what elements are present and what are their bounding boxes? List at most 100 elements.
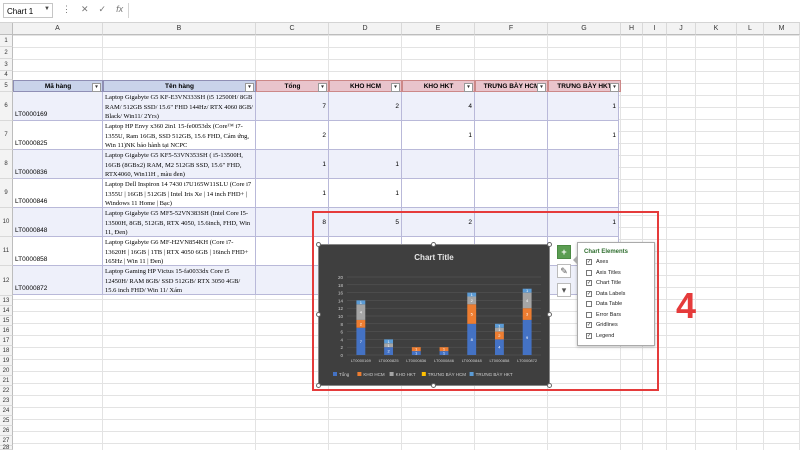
row-header-3[interactable]: 3: [0, 59, 13, 71]
cell-tbhkt[interactable]: [548, 150, 619, 178]
cell-tbhcm[interactable]: [475, 121, 548, 149]
cell-product-name[interactable]: Laptop Gigabyte G5 KF5-53VN353SH ( i5-13…: [103, 150, 256, 178]
row-header-17[interactable]: 17: [0, 336, 13, 346]
row-header-10[interactable]: 10: [0, 208, 13, 237]
row-header-8[interactable]: 8: [0, 150, 13, 179]
cell-hkt[interactable]: [402, 179, 475, 207]
chart-element-option[interactable]: ✓ Legend: [586, 332, 614, 339]
row-header-19[interactable]: 19: [0, 356, 13, 366]
formula-input[interactable]: [128, 3, 797, 18]
chart-element-option[interactable]: Error Bars: [586, 311, 621, 318]
chart-element-option[interactable]: Axis Titles: [586, 269, 621, 276]
more-icon[interactable]: ⋮: [62, 4, 71, 15]
cell-total[interactable]: 1: [256, 179, 329, 207]
filter-dropdown-icon[interactable]: ▾: [610, 83, 619, 92]
row-header-5[interactable]: 5: [0, 80, 13, 92]
chart-resize-handle[interactable]: [316, 312, 321, 317]
column-header-f[interactable]: F: [475, 23, 548, 35]
column-header-c[interactable]: C: [256, 23, 329, 35]
cell-hcm[interactable]: 1: [329, 150, 402, 178]
checkbox-unchecked-icon[interactable]: [586, 269, 592, 276]
column-header-k[interactable]: K: [696, 23, 737, 35]
cell-tbhcm[interactable]: [475, 150, 548, 178]
row-header-4[interactable]: 4: [0, 71, 13, 80]
column-header-l[interactable]: L: [737, 23, 764, 35]
cell-product-name[interactable]: Laptop Gigabyte G6 MF-H2VN854KH (Core i7…: [103, 237, 256, 265]
checkbox-checked-icon[interactable]: ✓: [586, 322, 592, 328]
filter-dropdown-icon[interactable]: ▾: [391, 83, 400, 92]
cell-total[interactable]: 2: [256, 121, 329, 149]
checkbox-checked-icon[interactable]: ✓: [586, 280, 592, 286]
cell-product-code[interactable]: LT0000848: [13, 208, 103, 236]
column-header-m[interactable]: M: [764, 23, 800, 35]
chart-resize-handle[interactable]: [547, 242, 552, 247]
filter-dropdown-icon[interactable]: ▾: [318, 83, 327, 92]
row-header-1[interactable]: 1: [0, 35, 13, 47]
row-header-16[interactable]: 16: [0, 326, 13, 336]
row-header-20[interactable]: 20: [0, 366, 13, 376]
row-header-15[interactable]: 15: [0, 316, 13, 326]
row-header-11[interactable]: 11: [0, 237, 13, 266]
cell-product-code[interactable]: LT0000169: [13, 92, 103, 120]
checkbox-unchecked-icon[interactable]: [586, 311, 592, 318]
chart-resize-handle[interactable]: [431, 242, 436, 247]
cell-hkt[interactable]: 4: [402, 92, 475, 120]
cell-tbhcm[interactable]: [475, 179, 548, 207]
column-header-a[interactable]: A: [13, 23, 103, 35]
row-header-21[interactable]: 21: [0, 376, 13, 386]
filter-dropdown-icon[interactable]: ▾: [245, 83, 254, 92]
checkbox-checked-icon[interactable]: ✓: [586, 290, 592, 297]
row-header-24[interactable]: 24: [0, 406, 13, 416]
row-header-14[interactable]: 14: [0, 306, 13, 316]
row-header-9[interactable]: 9: [0, 179, 13, 208]
chart-elements-button[interactable]: +: [557, 245, 571, 259]
chart-element-option[interactable]: ✓ Chart Title: [586, 280, 621, 286]
chart-element-option[interactable]: ✓ Data Labels: [586, 290, 625, 297]
column-header-d[interactable]: D: [329, 23, 402, 35]
row-header-18[interactable]: 18: [0, 346, 13, 356]
row-header-25[interactable]: 25: [0, 416, 13, 426]
chart-element-option[interactable]: ✓ Axes: [586, 259, 608, 265]
cell-product-name[interactable]: Laptop Gaming HP Victus 15-fa0033dx Core…: [103, 266, 256, 294]
cell-total[interactable]: 7: [256, 92, 329, 120]
cell-hcm[interactable]: 1: [329, 179, 402, 207]
fx-icon[interactable]: fx: [116, 4, 123, 15]
cell-hkt[interactable]: [402, 150, 475, 178]
chart[interactable]: Chart Title 0 2 4 6 8 10 12 14 16 18 20 7 2 4 1 LT000016…: [318, 244, 550, 386]
checkbox-unchecked-icon[interactable]: [586, 301, 592, 307]
cancel-icon[interactable]: ✕: [81, 4, 89, 15]
filter-dropdown-icon[interactable]: ▾: [464, 83, 473, 92]
row-header-22[interactable]: 22: [0, 386, 13, 396]
checkbox-checked-icon[interactable]: ✓: [586, 332, 592, 339]
cell-product-code[interactable]: LT0000846: [13, 179, 103, 207]
row-header-26[interactable]: 26: [0, 426, 13, 436]
row-header-7[interactable]: 7: [0, 121, 13, 150]
checkbox-checked-icon[interactable]: ✓: [586, 259, 592, 265]
filter-dropdown-icon[interactable]: ▾: [92, 83, 101, 92]
row-header-28[interactable]: 28: [0, 445, 13, 451]
column-header-h[interactable]: H: [621, 23, 643, 35]
cell-product-code[interactable]: LT0000858: [13, 237, 103, 265]
column-header-g[interactable]: G: [548, 23, 621, 35]
row-header-13[interactable]: 13: [0, 296, 13, 306]
chart-resize-handle[interactable]: [316, 242, 321, 247]
chart-resize-handle[interactable]: [431, 383, 436, 388]
chart-resize-handle[interactable]: [316, 383, 321, 388]
row-header-2[interactable]: 2: [0, 47, 13, 59]
filter-dropdown-icon[interactable]: ▾: [537, 83, 546, 92]
cell-hkt[interactable]: 1: [402, 121, 475, 149]
column-header-j[interactable]: J: [667, 23, 696, 35]
cell-tbhkt[interactable]: [548, 179, 619, 207]
cell-product-code[interactable]: LT0000836: [13, 150, 103, 178]
cell-product-name[interactable]: Laptop HP Envy x360 2in1 15-fe0053dx (Co…: [103, 121, 256, 149]
chart-element-option[interactable]: ✓ Gridlines: [586, 322, 618, 328]
cell-product-code[interactable]: LT0000872: [13, 266, 103, 294]
chart-element-option[interactable]: Data Table: [586, 301, 622, 307]
row-header-6[interactable]: 6: [0, 92, 13, 121]
chart-resize-handle[interactable]: [547, 383, 552, 388]
select-all-corner[interactable]: [0, 23, 13, 35]
cell-tbhcm[interactable]: [475, 92, 548, 120]
cell-hcm[interactable]: [329, 121, 402, 149]
cell-product-name[interactable]: Laptop Dell Inspiron 14 7430 i7U165W11SL…: [103, 179, 256, 207]
name-box-dropdown-icon[interactable]: ▼: [44, 6, 50, 12]
